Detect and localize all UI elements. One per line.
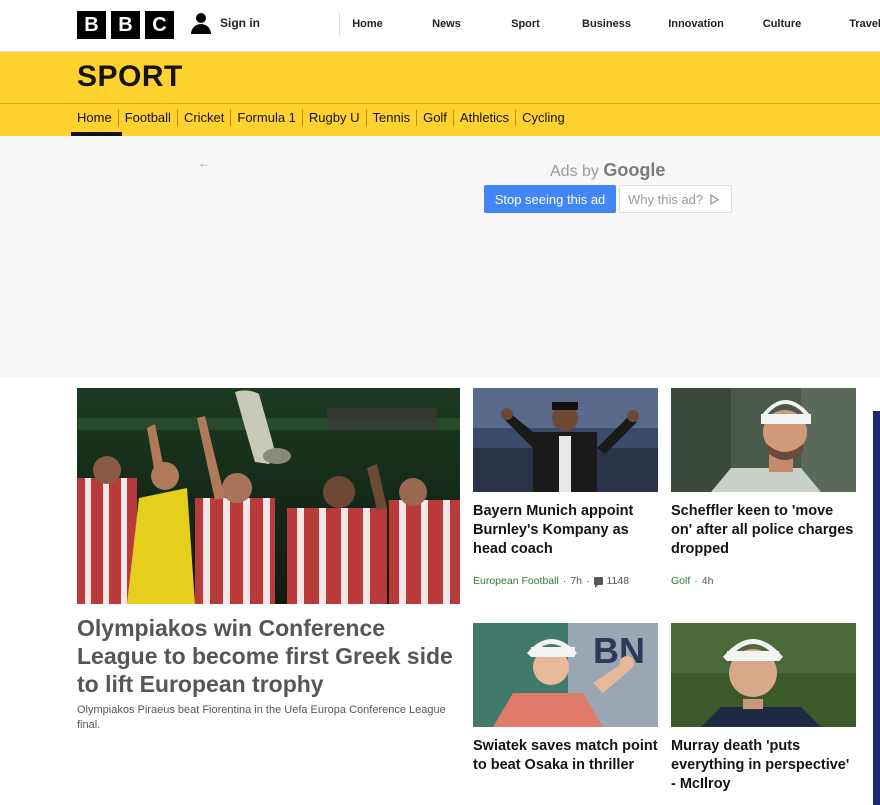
why-this-ad-label: Why this ad? (628, 191, 704, 207)
logo-letter: C (145, 11, 174, 39)
subnav-home[interactable]: Home (77, 110, 119, 126)
global-nav: Home News Sport Business Innovation Cult… (339, 13, 880, 37)
card-headline[interactable]: Murray death 'puts everything in perspec… (671, 737, 856, 794)
hero-summary: Olympiakos Piraeus beat Fiorentina in th… (77, 704, 446, 731)
subnav-football[interactable]: Football (119, 110, 178, 126)
card-headline[interactable]: Swiatek saves match point to beat Osaka … (473, 737, 658, 775)
hero-image[interactable] (77, 388, 460, 604)
subnav-athletics[interactable]: Athletics (454, 110, 517, 126)
nav-innovation[interactable]: Innovation (660, 13, 732, 37)
card-headline[interactable]: Bayern Munich appoint Burnley's Kompany … (473, 502, 658, 559)
ads-by-text: Ads by (550, 163, 599, 180)
sport-subnav: Home Football Cricket Formula 1 Rugby U … (77, 110, 571, 126)
comment-icon (593, 577, 603, 588)
card-meta: Golf · 4h (671, 575, 713, 587)
google-wordmark: Google (603, 160, 666, 180)
subnav-cricket[interactable]: Cricket (178, 110, 232, 126)
nav-travel[interactable]: Travel (832, 13, 880, 37)
bbc-logo[interactable]: B B C (77, 11, 174, 39)
card-headline[interactable]: Scheffler keen to 'move on' after all po… (671, 502, 856, 559)
card-image[interactable] (473, 388, 658, 492)
why-this-ad-button[interactable]: Why this ad? (619, 185, 732, 213)
divider (0, 103, 880, 104)
sign-in-label: Sign in (220, 16, 260, 30)
adchoices-icon (710, 193, 720, 205)
back-arrow-icon[interactable]: ← (198, 156, 210, 170)
kompany-photo (473, 388, 658, 492)
subnav-cycling[interactable]: Cycling (516, 110, 571, 126)
hero-headline[interactable]: Olympiakos win Conference League to beco… (77, 614, 467, 698)
side-panel-edge (873, 411, 880, 805)
subnav-rugby-union[interactable]: Rugby U (303, 110, 367, 126)
ad-container: ← Ads by Google Stop seeing this ad Why … (0, 136, 880, 377)
meta-separator: · (586, 575, 590, 587)
comment-count[interactable]: 1148 (607, 575, 630, 587)
section-title[interactable]: SPORT (77, 60, 183, 94)
card-image[interactable]: BN (473, 623, 658, 727)
celebration-photo (77, 388, 460, 604)
nav-home[interactable]: Home (340, 13, 395, 37)
logo-letter: B (111, 11, 140, 39)
nav-culture[interactable]: Culture (732, 13, 832, 37)
meta-separator: · (562, 575, 567, 587)
swiatek-photo: BN (473, 623, 658, 727)
sport-header: SPORT Home Football Cricket Formula 1 Ru… (0, 52, 880, 136)
card-time: 7h (570, 575, 582, 587)
card-image[interactable] (671, 623, 856, 727)
subnav-formula-1[interactable]: Formula 1 (231, 110, 303, 126)
global-header: B B C Sign in Home News Sport Business I… (0, 0, 880, 52)
subnav-golf[interactable]: Golf (417, 110, 454, 126)
logo-letter: B (77, 11, 106, 39)
svg-text:BN: BN (593, 630, 645, 671)
card-topic-link[interactable]: European Football (473, 575, 559, 587)
nav-business[interactable]: Business (553, 13, 660, 37)
nav-sport[interactable]: Sport (498, 13, 553, 37)
user-icon (190, 12, 212, 34)
stop-seeing-ad-button[interactable]: Stop seeing this ad (484, 185, 616, 213)
mcilroy-photo (671, 623, 856, 727)
nav-news[interactable]: News (395, 13, 498, 37)
meta-separator: · (694, 575, 698, 587)
ads-by-google-label: Ads by Google (550, 160, 665, 181)
subnav-tennis[interactable]: Tennis (367, 110, 418, 126)
card-image[interactable] (671, 388, 856, 492)
sign-in-link[interactable]: Sign in (190, 12, 260, 34)
scheffler-photo (671, 388, 856, 492)
card-meta: European Football · 7h · 1148 (473, 575, 630, 588)
card-time: 4h (701, 575, 714, 587)
card-topic-link[interactable]: Golf (671, 575, 690, 587)
